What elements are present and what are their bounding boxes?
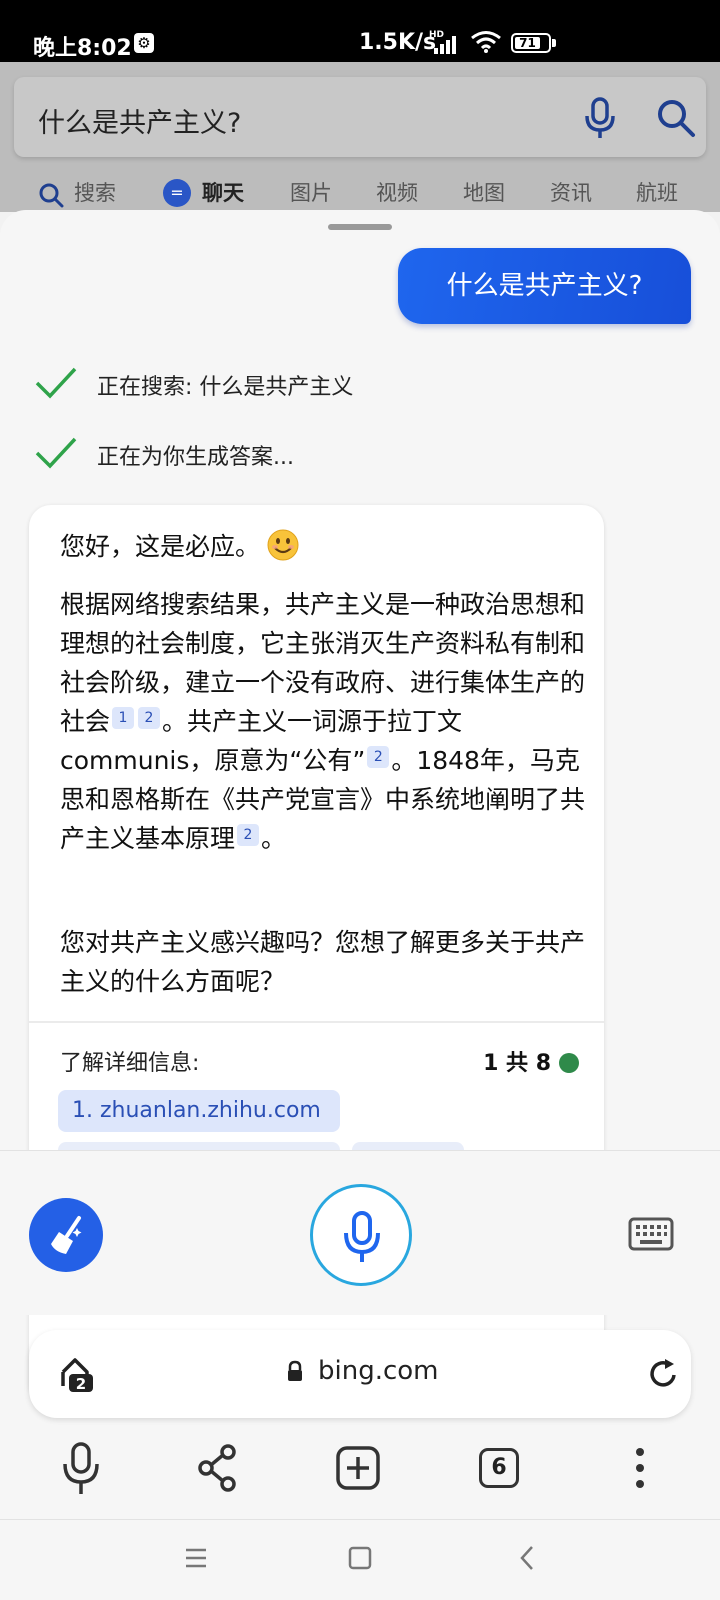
answer-text: 根据网络搜索结果，共产主义是一种政治思想和理想的社会制度，它主张消灭生产资料私有…	[60, 585, 590, 858]
wifi-icon	[471, 31, 501, 53]
search-query-text: 什么是共产主义?	[38, 108, 242, 139]
search-input[interactable]: 什么是共产主义?	[14, 77, 706, 157]
keyboard-icon[interactable]	[628, 1217, 674, 1251]
status-time: 晚上8:02	[33, 36, 132, 61]
citation-badge[interactable]: 2	[138, 707, 161, 729]
tab-news[interactable]: 资讯	[550, 177, 592, 207]
pager-text: 1 共 8	[483, 1051, 551, 1076]
tab-count-badge: 2	[76, 1375, 86, 1393]
answer-greeting: 您好，这是必应。	[60, 527, 300, 563]
back-icon[interactable]	[512, 1542, 542, 1574]
citation-badge[interactable]: 2	[237, 824, 260, 846]
url-text: bing.com	[318, 1356, 439, 1386]
learn-more-label: 了解详细信息:	[60, 1051, 200, 1076]
microphone-icon	[344, 1211, 380, 1262]
greeting-text: 您好，这是必应。	[60, 532, 261, 561]
broom-icon	[51, 1216, 82, 1254]
microphone-icon[interactable]	[55, 1440, 107, 1498]
tab-switcher-button[interactable]: 6	[479, 1448, 519, 1488]
battery-level: 71	[515, 37, 540, 49]
followup-question: 您对共产主义感兴趣吗？您想了解更多关于共产主义的什么方面呢？	[60, 928, 586, 996]
browser-toolbar: 6	[0, 1440, 720, 1520]
search-icon[interactable]	[656, 98, 696, 138]
new-topic-button[interactable]	[29, 1198, 103, 1272]
menu-icon[interactable]	[181, 1542, 211, 1574]
system-nav-bar	[0, 1520, 720, 1600]
response-pager: 1 共 8	[483, 1045, 579, 1077]
tab-videos[interactable]: 视频	[376, 177, 418, 207]
user-message-bubble: 什么是共产主义?	[398, 248, 691, 324]
address-bar[interactable]: 2 bing.com	[29, 1330, 691, 1418]
home-icon[interactable]	[345, 1542, 375, 1574]
smiley-emoji-icon	[267, 529, 299, 561]
tab-images[interactable]: 图片	[290, 177, 332, 207]
battery-tip	[552, 39, 556, 47]
citation-badge[interactable]: 2	[367, 746, 390, 768]
chat-controls	[0, 1150, 720, 1315]
microphone-icon[interactable]	[582, 97, 618, 139]
answer-segment: 。	[261, 824, 287, 853]
check-icon	[35, 367, 77, 399]
share-icon[interactable]	[192, 1440, 244, 1498]
tab-search[interactable]: 搜索	[74, 177, 116, 207]
search-header: 什么是共产主义? 搜索 = 聊天 图片 视频 地图 资讯 航班	[0, 62, 720, 212]
new-tab-icon[interactable]	[333, 1440, 385, 1498]
network-speed: 1.5K/s	[359, 30, 437, 55]
status-bar: 晚上8:02 ⚙ 1.5K/s HD 71	[0, 0, 720, 62]
chat-tab-icon: =	[163, 179, 191, 207]
search-tab-icon	[39, 183, 64, 208]
status-dot-icon	[559, 1053, 579, 1073]
settings-gear-icon: ⚙	[134, 33, 154, 53]
status-searching-text: 正在搜索: 什么是共产主义	[97, 375, 354, 400]
citation-badge[interactable]: 1	[112, 707, 135, 729]
tab-maps[interactable]: 地图	[463, 177, 505, 207]
reload-icon[interactable]	[649, 1358, 679, 1390]
home-tabs-icon[interactable]: 2	[59, 1354, 95, 1394]
voice-input-button[interactable]	[310, 1184, 412, 1286]
tab-flights[interactable]: 航班	[636, 177, 678, 207]
check-icon	[35, 437, 77, 469]
source-link[interactable]: 1. zhuanlan.zhihu.com	[58, 1090, 340, 1132]
more-options-icon[interactable]	[614, 1440, 666, 1498]
tab-chat[interactable]: 聊天	[202, 177, 244, 207]
status-generating-text: 正在为你生成答案...	[97, 445, 294, 470]
sheet-drag-handle[interactable]	[328, 224, 392, 230]
battery-icon: 71	[511, 33, 551, 53]
signal-icon	[434, 36, 456, 54]
card-divider	[29, 1021, 604, 1023]
lock-icon	[288, 1360, 302, 1381]
